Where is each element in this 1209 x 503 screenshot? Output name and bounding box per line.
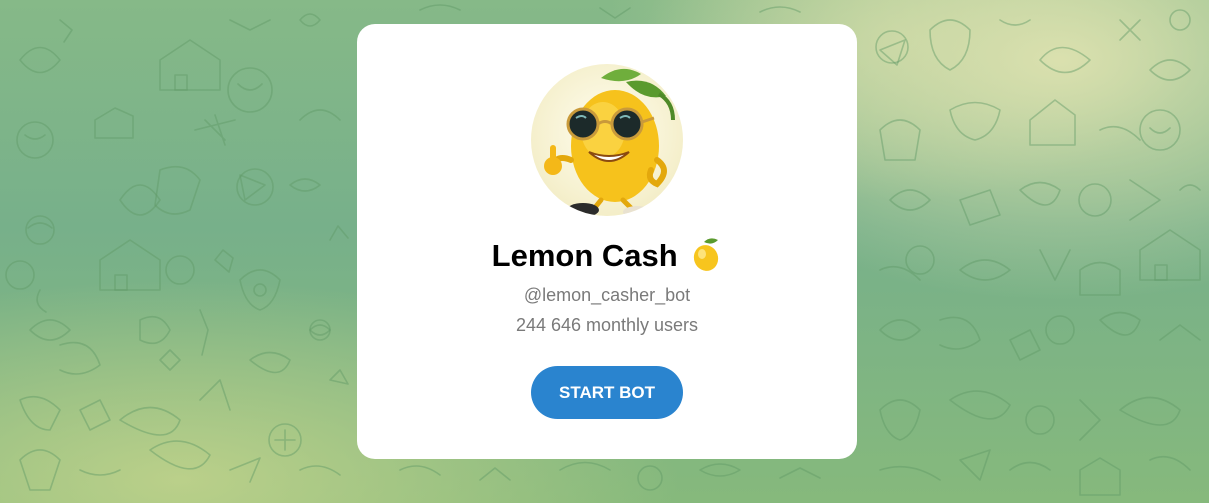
lemon-mascot-avatar [544,68,675,216]
lemon-emoji-icon [694,238,719,271]
start-bot-button[interactable]: START BOT [531,366,683,419]
bot-profile-card: Lemon Cash @lemon_casher_bot 244 646 mon… [357,24,857,459]
bot-username: @lemon_casher_bot [523,285,691,305]
bot-avatar [531,64,683,216]
bot-title: Lemon Cash [357,236,857,276]
bot-name: Lemon Cash [491,238,678,273]
monthly-users-count: 244 646 monthly users [515,315,699,335]
